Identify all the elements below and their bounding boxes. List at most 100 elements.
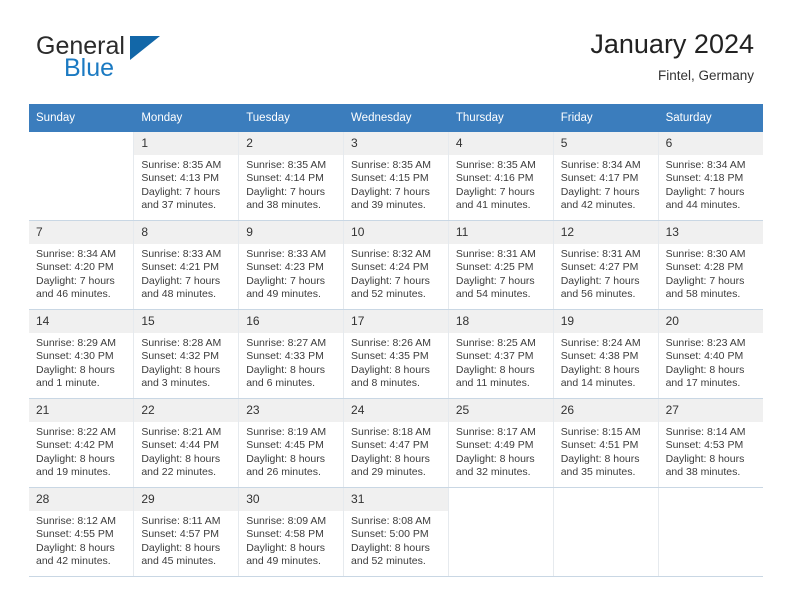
- sunset-time: Sunset: 4:30 PM: [36, 350, 114, 363]
- day-number: 16: [239, 310, 344, 333]
- day-details: Sunrise: 8:08 AM Sunset: 5:00 PM Daylight:…: [344, 511, 448, 569]
- sunset-time: Sunset: 5:00 PM: [351, 528, 429, 541]
- day-details: Sunrise: 8:21 AM Sunset: 4:44 PM Daylight:…: [134, 422, 238, 480]
- day-details: Sunrise: 8:23 AM Sunset: 4:40 PM Daylight:…: [659, 333, 763, 391]
- calendar-cell-day[interactable]: 17 Sunrise: 8:26 AM Sunset: 4:35 PM Dayligh…: [343, 309, 449, 399]
- calendar-cell-day[interactable]: 13 Sunrise: 8:30 AM Sunset: 4:28 PM Dayligh…: [657, 220, 763, 310]
- sunset-time: Sunset: 4:27 PM: [560, 261, 639, 274]
- calendar-cell-content: 2 Sunrise: 8:35 AM Sunset: 4:14 PM Daylight…: [239, 132, 344, 220]
- day-number: 3: [344, 132, 448, 155]
- calendar-cell-day[interactable]: 27 Sunrise: 8:14 AM Sunset: 4:53 PM Dayligh…: [657, 398, 763, 488]
- daylight-duration-line2: and 52 minutes.: [351, 555, 426, 568]
- calendar-cell-content: 11 Sunrise: 8:31 AM Sunset: 4:25 PM Dayligh…: [448, 221, 553, 309]
- daylight-duration-line1: Daylight: 8 hours: [560, 452, 640, 465]
- calendar-cell-day[interactable]: 19 Sunrise: 8:24 AM Sunset: 4:38 PM Dayligh…: [552, 309, 659, 399]
- day-number: 14: [29, 310, 134, 333]
- calendar-cell-day[interactable]: 11 Sunrise: 8:31 AM Sunset: 4:25 PM Dayligh…: [447, 220, 554, 310]
- sunrise-time: Sunrise: 8:26 AM: [351, 337, 431, 349]
- sunrise-time: Sunrise: 8:11 AM: [141, 515, 221, 527]
- daylight-duration-line1: Daylight: 8 hours: [560, 363, 640, 376]
- calendar-cell-day[interactable]: 21 Sunrise: 8:22 AM Sunset: 4:42 PM Dayligh…: [29, 398, 134, 488]
- day-number: 11: [448, 221, 553, 244]
- calendar-cell-day[interactable]: 7 Sunrise: 8:34 AM Sunset: 4:20 PM Daylight…: [29, 220, 134, 310]
- daylight-duration-line2: and 26 minutes.: [246, 466, 321, 479]
- calendar-cell-content: [554, 488, 658, 576]
- calendar-cell-content: 10 Sunrise: 8:32 AM Sunset: 4:24 PM Dayligh…: [344, 221, 448, 309]
- daylight-duration-line2: and 45 minutes.: [141, 555, 217, 568]
- sunset-time: Sunset: 4:45 PM: [246, 439, 324, 452]
- sunrise-time: Sunrise: 8:19 AM: [246, 426, 327, 438]
- calendar-cell-day[interactable]: 1 Sunrise: 8:35 AM Sunset: 4:13 PM Daylight…: [133, 132, 239, 221]
- calendar-cell-content: 27 Sunrise: 8:14 AM Sunset: 4:53 PM Dayligh…: [658, 399, 763, 487]
- day-details: Sunrise: 8:19 AM Sunset: 4:45 PM Daylight:…: [239, 422, 343, 480]
- sunset-time: Sunset: 4:44 PM: [141, 439, 219, 452]
- calendar-cell-day[interactable]: 22 Sunrise: 8:21 AM Sunset: 4:44 PM Dayligh…: [133, 398, 239, 488]
- sunrise-time: Sunrise: 8:17 AM: [455, 426, 536, 438]
- calendar-cell-day[interactable]: 26 Sunrise: 8:15 AM Sunset: 4:51 PM Dayligh…: [552, 398, 659, 488]
- calendar-cell-day[interactable]: 20 Sunrise: 8:23 AM Sunset: 4:40 PM Dayligh…: [657, 309, 763, 399]
- calendar-cell-day[interactable]: 30 Sunrise: 8:09 AM Sunset: 4:58 PM Dayligh…: [238, 487, 344, 577]
- sunrise-time: Sunrise: 8:27 AM: [246, 337, 327, 349]
- day-number: 2: [239, 132, 344, 155]
- calendar-cell-day[interactable]: 29 Sunrise: 8:11 AM Sunset: 4:57 PM Dayligh…: [133, 487, 239, 577]
- daylight-duration-line2: and 42 minutes.: [560, 199, 636, 212]
- calendar-cell-day[interactable]: 4 Sunrise: 8:35 AM Sunset: 4:16 PM Daylight…: [447, 132, 554, 221]
- daylight-duration-line1: Daylight: 7 hours: [455, 274, 535, 287]
- daylight-duration-line1: Daylight: 7 hours: [351, 185, 430, 198]
- calendar-cell-day[interactable]: 25 Sunrise: 8:17 AM Sunset: 4:49 PM Dayligh…: [447, 398, 554, 488]
- calendar-cell-day[interactable]: 23 Sunrise: 8:19 AM Sunset: 4:45 PM Dayligh…: [238, 398, 344, 488]
- sunset-time: Sunset: 4:51 PM: [560, 439, 639, 452]
- page-subtitle: Fintel, Germany: [657, 68, 754, 83]
- calendar-cell-day[interactable]: 31 Sunrise: 8:08 AM Sunset: 5:00 PM Dayligh…: [343, 487, 449, 577]
- calendar-cell-day[interactable]: 18 Sunrise: 8:25 AM Sunset: 4:37 PM Dayligh…: [447, 309, 554, 399]
- calendar-cell-day[interactable]: 28 Sunrise: 8:12 AM Sunset: 4:55 PM Dayligh…: [29, 487, 134, 577]
- day-details: Sunrise: 8:32 AM Sunset: 4:24 PM Daylight:…: [344, 244, 448, 302]
- daylight-duration-line1: Daylight: 8 hours: [141, 541, 221, 554]
- sunset-time: Sunset: 4:16 PM: [455, 172, 534, 185]
- daylight-duration-line2: and 22 minutes.: [141, 466, 217, 479]
- calendar-cell-content: 26 Sunrise: 8:15 AM Sunset: 4:51 PM Dayligh…: [553, 399, 658, 487]
- daylight-duration-line2: and 42 minutes.: [36, 555, 111, 568]
- day-details: Sunrise: 8:35 AM Sunset: 4:16 PM Daylight:…: [449, 155, 553, 213]
- calendar-cell-content: 31 Sunrise: 8:08 AM Sunset: 5:00 PM Dayligh…: [344, 488, 448, 576]
- calendar-cell-day[interactable]: 12 Sunrise: 8:31 AM Sunset: 4:27 PM Dayligh…: [552, 220, 659, 310]
- calendar-cell-day[interactable]: 24 Sunrise: 8:18 AM Sunset: 4:47 PM Dayligh…: [343, 398, 449, 488]
- calendar-cell-day[interactable]: 9 Sunrise: 8:33 AM Sunset: 4:23 PM Daylight…: [238, 220, 344, 310]
- calendar-cell-day[interactable]: 2 Sunrise: 8:35 AM Sunset: 4:14 PM Daylight…: [238, 132, 344, 221]
- daylight-duration-line2: and 44 minutes.: [665, 199, 741, 212]
- day-number: 6: [658, 132, 763, 155]
- calendar-cell-day[interactable]: 14 Sunrise: 8:29 AM Sunset: 4:30 PM Dayligh…: [29, 309, 134, 399]
- daylight-duration-line1: Daylight: 7 hours: [141, 185, 221, 198]
- calendar-week-row: 21 Sunrise: 8:22 AM Sunset: 4:42 PM Dayligh…: [29, 398, 763, 488]
- brand-logo[interactable]: General Blue: [36, 32, 256, 88]
- calendar-cell-content: 8 Sunrise: 8:33 AM Sunset: 4:21 PM Daylight…: [134, 221, 239, 309]
- daylight-duration-line1: Daylight: 8 hours: [36, 541, 115, 554]
- daylight-duration-line1: Daylight: 8 hours: [36, 363, 115, 376]
- calendar-week-row: 7 Sunrise: 8:34 AM Sunset: 4:20 PM Daylight…: [29, 220, 763, 310]
- day-number: 23: [239, 399, 344, 422]
- day-details: Sunrise: 8:25 AM Sunset: 4:37 PM Daylight:…: [449, 333, 553, 391]
- calendar-cell-day[interactable]: 5 Sunrise: 8:34 AM Sunset: 4:17 PM Daylight…: [552, 132, 659, 221]
- day-number: 27: [658, 399, 763, 422]
- calendar-cell-content: 4 Sunrise: 8:35 AM Sunset: 4:16 PM Daylight…: [448, 132, 553, 220]
- calendar-cell-day[interactable]: 16 Sunrise: 8:27 AM Sunset: 4:33 PM Dayligh…: [238, 309, 344, 399]
- daylight-duration-line2: and 38 minutes.: [665, 466, 741, 479]
- daylight-duration-line1: Daylight: 8 hours: [36, 452, 115, 465]
- calendar-cell-day[interactable]: 8 Sunrise: 8:33 AM Sunset: 4:21 PM Daylight…: [133, 220, 239, 310]
- day-number: 7: [29, 221, 134, 244]
- daylight-duration-line2: and 35 minutes.: [560, 466, 636, 479]
- calendar-cell-empty: [29, 132, 134, 221]
- calendar-cell-day[interactable]: 15 Sunrise: 8:28 AM Sunset: 4:32 PM Dayligh…: [133, 309, 239, 399]
- weekday-header-tuesday: Tuesday: [238, 104, 344, 132]
- calendar-cell-content: 28 Sunrise: 8:12 AM Sunset: 4:55 PM Dayligh…: [29, 488, 134, 576]
- calendar-cell-day[interactable]: 3 Sunrise: 8:35 AM Sunset: 4:15 PM Daylight…: [343, 132, 449, 221]
- daylight-duration-line1: Daylight: 7 hours: [455, 185, 535, 198]
- day-details: Sunrise: 8:31 AM Sunset: 4:27 PM Daylight:…: [554, 244, 658, 302]
- brand-name-blue: Blue: [64, 54, 115, 82]
- sunrise-time: Sunrise: 8:21 AM: [141, 426, 222, 438]
- day-details: Sunrise: 8:34 AM Sunset: 4:18 PM Daylight:…: [659, 155, 763, 213]
- calendar-cell-day[interactable]: 10 Sunrise: 8:32 AM Sunset: 4:24 PM Dayligh…: [343, 220, 449, 310]
- daylight-duration-line2: and 39 minutes.: [351, 199, 426, 212]
- calendar-cell-content: 9 Sunrise: 8:33 AM Sunset: 4:23 PM Daylight…: [239, 221, 344, 309]
- calendar-cell-day[interactable]: 6 Sunrise: 8:34 AM Sunset: 4:18 PM Daylight…: [657, 132, 763, 221]
